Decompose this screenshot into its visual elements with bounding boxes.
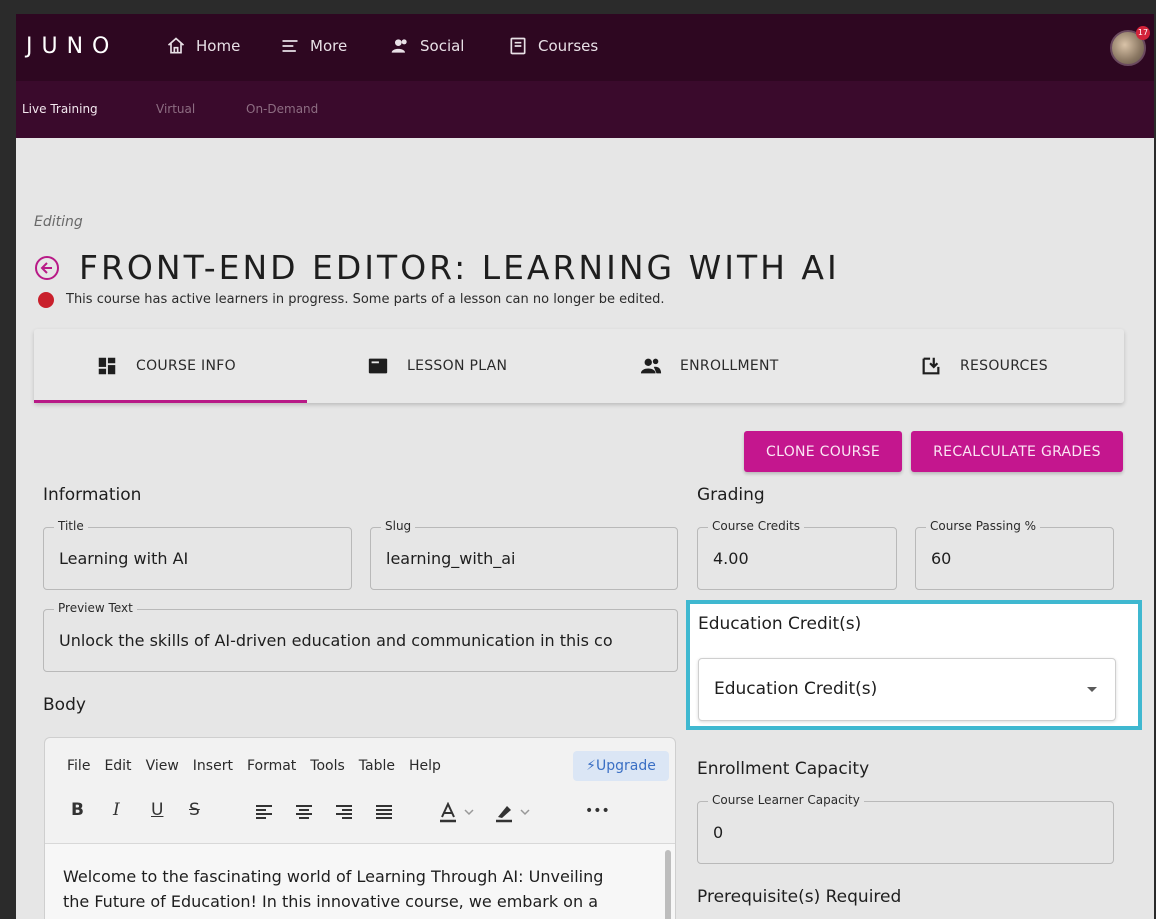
course-passing-field[interactable]: Course Passing % 60 bbox=[915, 519, 1114, 590]
editor-toolbar: B I U S ••• bbox=[69, 800, 629, 828]
tab-course-info-label: COURSE INFO bbox=[136, 358, 236, 374]
rich-text-editor: File Edit View Insert Format Tools Table… bbox=[44, 737, 676, 919]
menu-insert[interactable]: Insert bbox=[193, 758, 233, 774]
course-credits-label: Course Credits bbox=[708, 519, 805, 533]
nav-courses[interactable]: Courses bbox=[508, 36, 598, 56]
align-left-icon[interactable] bbox=[255, 804, 273, 820]
app-frame: JUNO Home More Social Courses 17 Live Tr… bbox=[16, 14, 1154, 919]
book-icon bbox=[510, 37, 526, 55]
slug-field-value: learning_with_ai bbox=[386, 549, 516, 568]
strikethrough-button[interactable]: S bbox=[189, 800, 200, 820]
dashboard-icon bbox=[98, 357, 116, 375]
align-right-icon[interactable] bbox=[335, 804, 353, 820]
learner-capacity-value: 0 bbox=[713, 823, 724, 842]
editor-scrollbar[interactable] bbox=[665, 850, 671, 919]
tab-resources-label: RESOURCES bbox=[960, 358, 1048, 374]
tab-resources[interactable]: RESOURCES bbox=[920, 329, 1048, 403]
top-navbar: JUNO Home More Social Courses 17 bbox=[16, 14, 1154, 81]
upgrade-button[interactable]: ⚡Upgrade bbox=[573, 751, 669, 781]
notification-badge: 17 bbox=[1136, 26, 1150, 40]
prerequisites-heading: Prerequisite(s) Required bbox=[697, 887, 902, 907]
slug-field[interactable]: Slug learning_with_ai bbox=[370, 519, 678, 590]
title-field-label: Title bbox=[54, 519, 88, 533]
nav-more[interactable]: More bbox=[280, 36, 347, 56]
nav-more-label: More bbox=[310, 37, 348, 55]
course-credits-field[interactable]: Course Credits 4.00 bbox=[697, 519, 897, 590]
course-credits-value: 4.00 bbox=[713, 549, 749, 568]
enrollment-capacity-heading: Enrollment Capacity bbox=[697, 759, 870, 779]
nav-social-label: Social bbox=[420, 37, 465, 55]
editing-status: Editing bbox=[34, 214, 83, 230]
tab-lesson-plan[interactable]: LESSON PLAN bbox=[367, 329, 507, 403]
nav-home-label: Home bbox=[196, 37, 241, 55]
active-tab-indicator bbox=[34, 400, 307, 403]
learner-capacity-field[interactable]: Course Learner Capacity 0 bbox=[697, 793, 1114, 864]
clone-course-button[interactable]: CLONE COURSE bbox=[744, 431, 902, 472]
chevron-down-icon bbox=[1087, 687, 1097, 692]
menu-help[interactable]: Help bbox=[409, 758, 441, 774]
tab-course-info[interactable]: COURSE INFO bbox=[96, 329, 236, 403]
menu-view[interactable]: View bbox=[146, 758, 179, 774]
download-icon bbox=[922, 357, 940, 375]
menu-tools[interactable]: Tools bbox=[310, 758, 345, 774]
menu-file[interactable]: File bbox=[67, 758, 90, 774]
nav-home[interactable]: Home bbox=[166, 36, 240, 56]
information-heading: Information bbox=[43, 485, 142, 505]
menu-edit[interactable]: Edit bbox=[104, 758, 131, 774]
education-credits-panel: Education Credit(s) Education Credit(s) bbox=[686, 600, 1142, 730]
editor-menubar: File Edit View Insert Format Tools Table… bbox=[67, 758, 441, 774]
preview-text-label: Preview Text bbox=[54, 601, 137, 615]
bold-button[interactable]: B bbox=[71, 800, 84, 820]
sub-navbar: Live Training Virtual On-Demand bbox=[16, 81, 1154, 138]
preview-text-value: Unlock the skills of AI-driven education… bbox=[59, 631, 613, 650]
back-arrow-icon[interactable] bbox=[34, 255, 60, 281]
recalculate-grades-button[interactable]: RECALCULATE GRADES bbox=[911, 431, 1123, 472]
italic-button[interactable]: I bbox=[113, 800, 120, 820]
align-center-icon[interactable] bbox=[295, 804, 313, 820]
menu-icon bbox=[282, 40, 298, 52]
body-heading: Body bbox=[43, 695, 86, 715]
education-credits-label: Education Credit(s) bbox=[698, 614, 862, 634]
underline-button[interactable]: U bbox=[151, 800, 163, 820]
menu-format[interactable]: Format bbox=[247, 758, 296, 774]
title-field-value: Learning with AI bbox=[59, 549, 189, 568]
subnav-on-demand[interactable]: On-Demand bbox=[246, 102, 318, 116]
nav-courses-label: Courses bbox=[538, 37, 599, 55]
editor-tabs: COURSE INFO LESSON PLAN ENROLLMENT RESOU… bbox=[34, 329, 1124, 403]
course-passing-label: Course Passing % bbox=[926, 519, 1041, 533]
title-field[interactable]: Title Learning with AI bbox=[43, 519, 352, 590]
course-passing-value: 60 bbox=[931, 549, 952, 568]
menu-table[interactable]: Table bbox=[359, 758, 395, 774]
text-color-icon[interactable] bbox=[439, 802, 479, 824]
subnav-virtual[interactable]: Virtual bbox=[156, 102, 195, 116]
tab-enrollment-label: ENROLLMENT bbox=[680, 358, 779, 374]
more-options-icon[interactable]: ••• bbox=[585, 803, 610, 819]
preview-text-field[interactable]: Preview Text Unlock the skills of AI-dri… bbox=[43, 601, 678, 672]
home-icon bbox=[167, 37, 185, 54]
highlight-color-icon[interactable] bbox=[495, 802, 535, 824]
card-icon bbox=[368, 358, 388, 374]
education-credits-selected: Education Credit(s) bbox=[714, 679, 878, 699]
logo[interactable]: JUNO bbox=[26, 34, 118, 59]
editor-content-text: Welcome to the fascinating world of Lear… bbox=[63, 867, 604, 911]
page-title: FRONT-END EDITOR: LEARNING WITH AI bbox=[79, 248, 840, 287]
subnav-live-training[interactable]: Live Training bbox=[22, 102, 98, 116]
tab-lesson-plan-label: LESSON PLAN bbox=[407, 358, 508, 374]
education-credits-select[interactable]: Education Credit(s) bbox=[698, 658, 1116, 721]
learner-capacity-label: Course Learner Capacity bbox=[708, 793, 864, 807]
align-justify-icon[interactable] bbox=[375, 804, 393, 820]
editor-content[interactable]: Welcome to the fascinating world of Lear… bbox=[45, 843, 675, 919]
warning-dot-icon bbox=[38, 292, 54, 308]
people-icon bbox=[391, 39, 407, 53]
group-icon bbox=[640, 358, 662, 374]
warning-message: This course has active learners in progr… bbox=[66, 292, 665, 307]
nav-social[interactable]: Social bbox=[390, 36, 464, 56]
grading-heading: Grading bbox=[697, 485, 765, 505]
slug-field-label: Slug bbox=[381, 519, 416, 533]
tab-enrollment[interactable]: ENROLLMENT bbox=[640, 329, 779, 403]
